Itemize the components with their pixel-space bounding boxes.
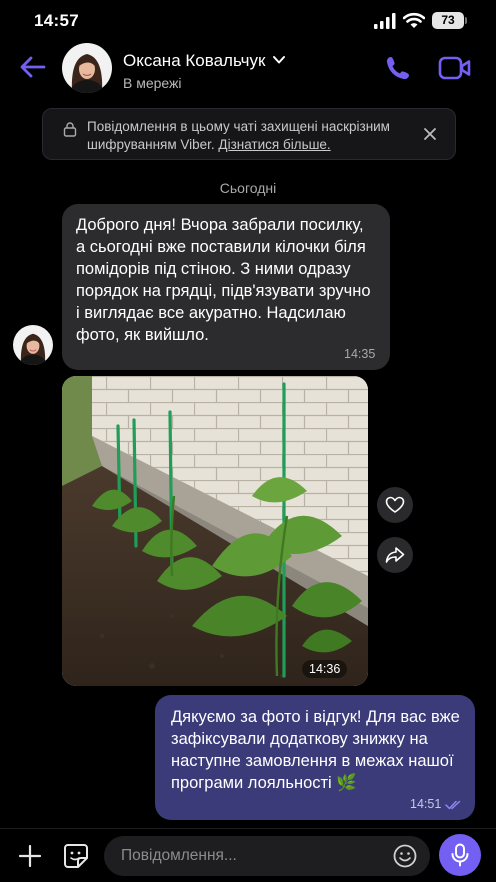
status-time: 14:57	[34, 11, 79, 30]
back-arrow-icon[interactable]	[18, 52, 48, 82]
incoming-message[interactable]: Доброго дня! Вчора забрали посилку, а сь…	[62, 204, 390, 370]
encryption-text: Повідомлення в цьому чаті захищені наскр…	[87, 118, 407, 154]
tomato-garden-photo	[62, 376, 368, 686]
emoji-icon[interactable]	[392, 843, 418, 869]
heart-icon	[385, 496, 405, 513]
contact-name[interactable]: Оксана Ковальчук	[123, 51, 265, 71]
voice-message-button[interactable]	[439, 834, 481, 876]
outgoing-message[interactable]: Дякуємо за фото і відгук! Для вас вже за…	[155, 695, 475, 820]
call-icon[interactable]	[384, 54, 412, 82]
status-bar: 14:57 73	[0, 0, 496, 44]
incoming-message-time: 14:35	[344, 347, 376, 361]
encryption-banner: Повідомлення в цьому чаті захищені наскр…	[42, 108, 456, 160]
date-separator: Сьогодні	[219, 180, 277, 196]
message-input[interactable]	[104, 836, 430, 876]
photo-message[interactable]: 14:36	[62, 376, 368, 686]
lock-icon	[63, 122, 77, 137]
incoming-message-text: Доброго дня! Вчора забрали посилку, а сь…	[76, 216, 371, 344]
close-icon[interactable]	[423, 127, 437, 141]
plus-icon[interactable]	[17, 843, 43, 869]
learn-more-link[interactable]: Дізнатися більше.	[218, 137, 330, 152]
read-receipt-icon	[445, 800, 461, 810]
battery-indicator: 73	[432, 12, 464, 29]
signal-icon	[374, 13, 396, 29]
contact-status: В мережі	[123, 75, 182, 91]
outgoing-message-text: Дякуємо за фото і відгук! Для вас вже за…	[171, 708, 460, 792]
like-button[interactable]	[377, 487, 413, 523]
video-call-icon[interactable]	[438, 55, 472, 81]
sender-avatar[interactable]	[13, 325, 53, 365]
wifi-icon	[403, 12, 425, 28]
share-icon	[385, 547, 405, 563]
microphone-icon	[451, 843, 469, 867]
contact-avatar[interactable]	[62, 43, 112, 93]
sticker-icon[interactable]	[62, 842, 90, 870]
chevron-down-icon[interactable]	[272, 54, 286, 66]
battery-cap	[465, 17, 467, 24]
outgoing-message-time: 14:51	[410, 797, 442, 811]
photo-message-time: 14:36	[302, 660, 348, 678]
forward-button[interactable]	[377, 537, 413, 573]
